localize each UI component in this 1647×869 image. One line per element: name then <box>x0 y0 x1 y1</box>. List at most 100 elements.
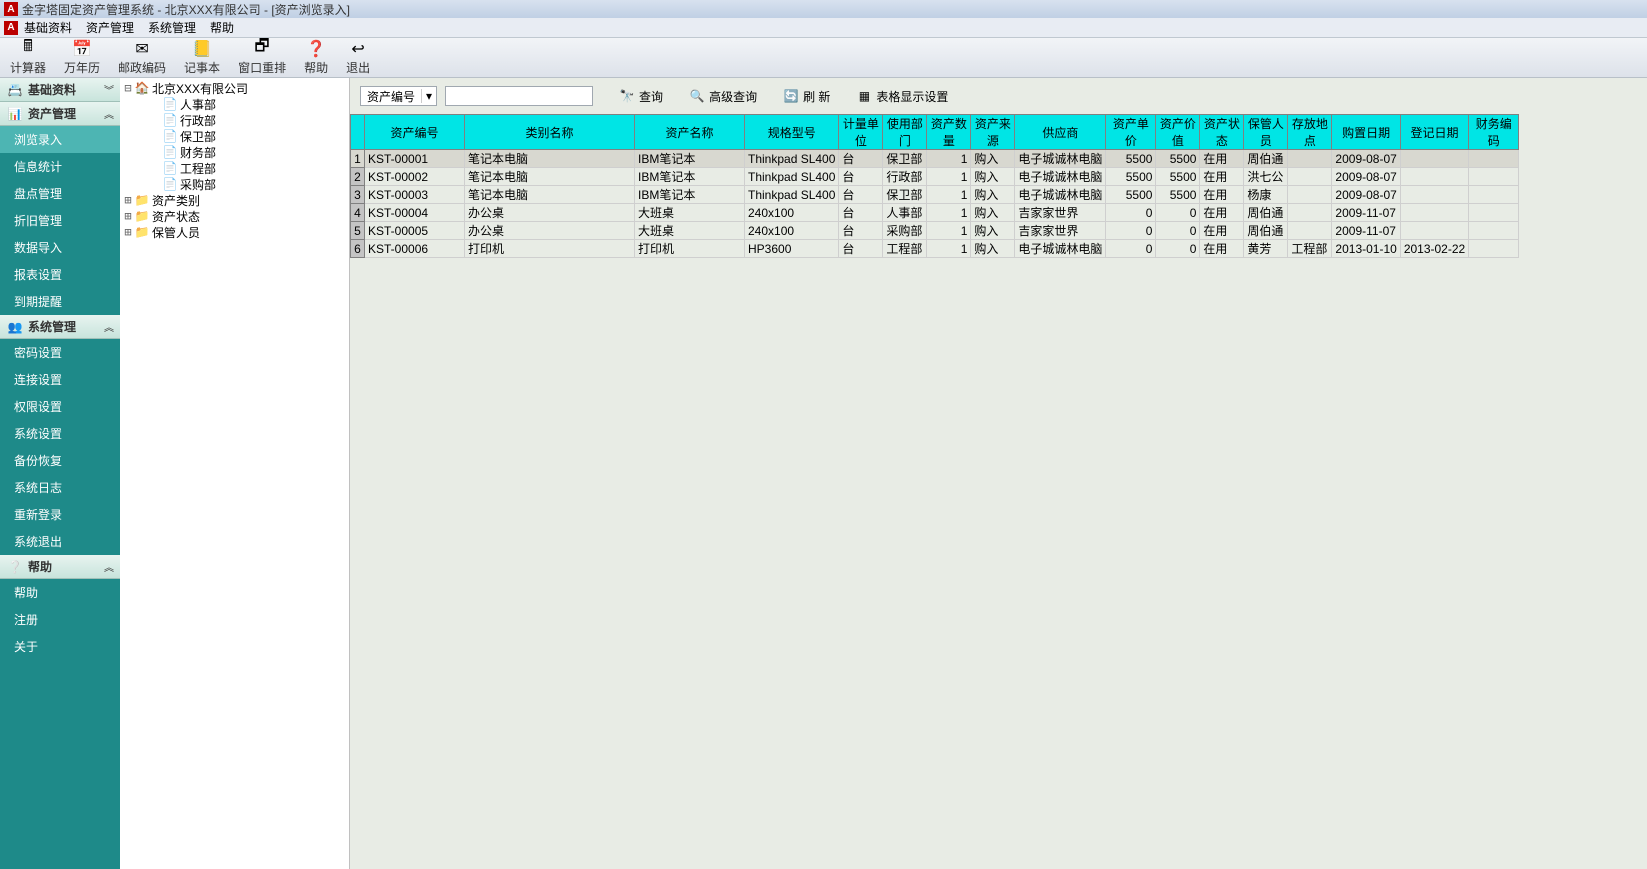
sidebar-item-浏览录入[interactable]: 浏览录入 <box>0 126 120 153</box>
toolbar-退出[interactable]: ↩退出 <box>346 40 370 76</box>
tree-dept-工程部[interactable]: 📄工程部 <box>122 160 347 176</box>
tree-dept-行政部[interactable]: 📄行政部 <box>122 112 347 128</box>
tree-保管人员[interactable]: ⊞📁保管人员 <box>122 224 347 240</box>
sidebar-item-权限设置[interactable]: 权限设置 <box>0 393 120 420</box>
col-保管人员[interactable]: 保管人员 <box>1244 115 1288 150</box>
tree-root[interactable]: ⊟🏠北京XXX有限公司 <box>122 80 347 96</box>
sidebar-item-重新登录[interactable]: 重新登录 <box>0 501 120 528</box>
sidebar-item-数据导入[interactable]: 数据导入 <box>0 234 120 261</box>
tree-dept-保卫部[interactable]: 📄保卫部 <box>122 128 347 144</box>
col-存放地点[interactable]: 存放地点 <box>1288 115 1332 150</box>
sidebar-item-备份恢复[interactable]: 备份恢复 <box>0 447 120 474</box>
table-row[interactable]: 3KST-00003笔记本电脑IBM笔记本Thinkpad SL400台保卫部1… <box>351 186 1519 204</box>
tree-expander[interactable]: ⊞ <box>122 209 134 223</box>
cell: 在用 <box>1200 222 1244 240</box>
sidebar-item-关于[interactable]: 关于 <box>0 633 120 660</box>
sidebar-item-系统设置[interactable]: 系统设置 <box>0 420 120 447</box>
cell: 0 <box>1156 240 1200 258</box>
group-icon: ❔ <box>6 560 24 574</box>
cell <box>1469 240 1519 258</box>
col-资产数量[interactable]: 资产数量 <box>927 115 971 150</box>
cell: 0 <box>1106 222 1156 240</box>
cell: 行政部 <box>883 168 927 186</box>
cell: 台 <box>839 150 883 168</box>
col-财务编码[interactable]: 财务编码 <box>1469 115 1519 150</box>
sidebar-item-系统日志[interactable]: 系统日志 <box>0 474 120 501</box>
sidebar-group-资产管理[interactable]: 📊资产管理︽ <box>0 102 120 126</box>
tree-dept-采购部[interactable]: 📄采购部 <box>122 176 347 192</box>
toolbar-帮助[interactable]: ❓帮助 <box>304 40 328 76</box>
toolbar-label: 计算器 <box>10 59 46 76</box>
advanced-query-button[interactable]: 🔍 高级查询 <box>689 88 757 105</box>
table-row[interactable]: 6KST-00006打印机打印机HP3600台工程部1购入电子城诚林电脑00在用… <box>351 240 1519 258</box>
col-资产名称[interactable]: 资产名称 <box>635 115 745 150</box>
窗口重排-icon: 🗗 <box>253 40 271 58</box>
advanced-query-label: 高级查询 <box>709 88 757 105</box>
tree-资产类别[interactable]: ⊞📁资产类别 <box>122 192 347 208</box>
tree-icon: 📁 <box>134 193 150 207</box>
refresh-button[interactable]: 🔄 刷 新 <box>783 88 830 105</box>
tree-dept-财务部[interactable]: 📄财务部 <box>122 144 347 160</box>
data-grid[interactable]: 资产编号类别名称资产名称规格型号计量单位使用部门资产数量资产来源供应商资产单价资… <box>350 114 1647 869</box>
search-field-combo[interactable]: 资产编号 ▾ <box>360 86 437 106</box>
toolbar-计算器[interactable]: 🖩计算器 <box>10 40 46 76</box>
table-row[interactable]: 2KST-00002笔记本电脑IBM笔记本Thinkpad SL400台行政部1… <box>351 168 1519 186</box>
sidebar-item-折旧管理[interactable]: 折旧管理 <box>0 207 120 234</box>
menu-帮助[interactable]: 帮助 <box>210 21 234 35</box>
tree-资产状态[interactable]: ⊞📁资产状态 <box>122 208 347 224</box>
sidebar-item-注册[interactable]: 注册 <box>0 606 120 633</box>
menu-系统管理[interactable]: 系统管理 <box>148 21 196 35</box>
sidebar-item-信息统计[interactable]: 信息统计 <box>0 153 120 180</box>
col-计量单位[interactable]: 计量单位 <box>839 115 883 150</box>
sidebar-item-系统退出[interactable]: 系统退出 <box>0 528 120 555</box>
menu-基础资料[interactable]: 基础资料 <box>24 21 72 35</box>
col-资产价值[interactable]: 资产价值 <box>1156 115 1200 150</box>
toolbar-记事本[interactable]: 📒记事本 <box>184 40 220 76</box>
search-input[interactable] <box>445 86 593 106</box>
tree-expander[interactable]: ⊞ <box>122 225 134 239</box>
tree-expander[interactable]: ⊟ <box>122 81 134 95</box>
table-row[interactable]: 1KST-00001笔记本电脑IBM笔记本Thinkpad SL400台保卫部1… <box>351 150 1519 168</box>
col-资产单价[interactable]: 资产单价 <box>1106 115 1156 150</box>
cell <box>1288 222 1332 240</box>
cell <box>1288 150 1332 168</box>
sidebar-item-帮助[interactable]: 帮助 <box>0 579 120 606</box>
sidebar-item-报表设置[interactable]: 报表设置 <box>0 261 120 288</box>
col-购置日期[interactable]: 购置日期 <box>1332 115 1400 150</box>
menu-资产管理[interactable]: 资产管理 <box>86 21 134 35</box>
column-settings-button[interactable]: ▦ 表格显示设置 <box>856 88 948 105</box>
cell: 台 <box>839 240 883 258</box>
chevron-icon: ︽ <box>104 106 114 121</box>
cell: IBM笔记本 <box>635 168 745 186</box>
sidebar-item-密码设置[interactable]: 密码设置 <box>0 339 120 366</box>
tree-expander[interactable]: ⊞ <box>122 193 134 207</box>
cell: 5500 <box>1156 168 1200 186</box>
table-row[interactable]: 5KST-00005办公桌大班桌240x100台采购部1购入吉家家世界00在用周… <box>351 222 1519 240</box>
sidebar-group-系统管理[interactable]: 👥系统管理︽ <box>0 315 120 339</box>
sidebar-group-基础资料[interactable]: 📇基础资料︾ <box>0 78 120 102</box>
table-row[interactable]: 4KST-00004办公桌大班桌240x100台人事部1购入吉家家世界00在用周… <box>351 204 1519 222</box>
tree-label: 采购部 <box>180 176 216 193</box>
tree-icon: 📄 <box>162 97 178 111</box>
col-资产来源[interactable]: 资产来源 <box>971 115 1015 150</box>
group-icon: 👥 <box>6 320 24 334</box>
sidebar-item-连接设置[interactable]: 连接设置 <box>0 366 120 393</box>
sidebar-group-帮助[interactable]: ❔帮助︽ <box>0 555 120 579</box>
tree-dept-人事部[interactable]: 📄人事部 <box>122 96 347 112</box>
col-资产状态[interactable]: 资产状态 <box>1200 115 1244 150</box>
col-规格型号[interactable]: 规格型号 <box>745 115 839 150</box>
cell: 洪七公 <box>1244 168 1288 186</box>
toolbar-邮政编码[interactable]: ✉邮政编码 <box>118 40 166 76</box>
col-登记日期[interactable]: 登记日期 <box>1400 115 1468 150</box>
sidebar-item-到期提醒[interactable]: 到期提醒 <box>0 288 120 315</box>
col-使用部门[interactable]: 使用部门 <box>883 115 927 150</box>
col-供应商[interactable]: 供应商 <box>1015 115 1106 150</box>
col-资产编号[interactable]: 资产编号 <box>365 115 465 150</box>
toolbar-窗口重排[interactable]: 🗗窗口重排 <box>238 40 286 76</box>
sidebar-item-盘点管理[interactable]: 盘点管理 <box>0 180 120 207</box>
toolbar-万年历[interactable]: 📅万年历 <box>64 40 100 76</box>
toolbar-label: 退出 <box>346 59 370 76</box>
app-icon: A <box>4 2 18 16</box>
query-button[interactable]: 🔭 查询 <box>619 88 663 105</box>
col-类别名称[interactable]: 类别名称 <box>465 115 635 150</box>
